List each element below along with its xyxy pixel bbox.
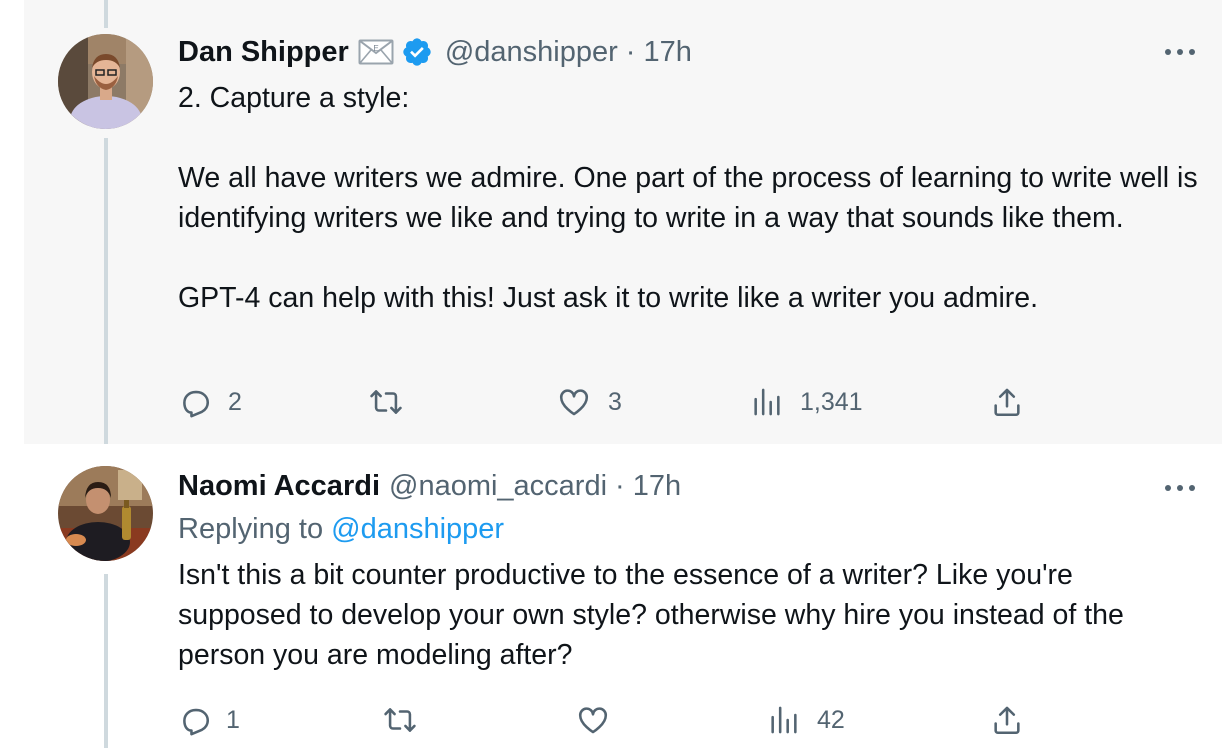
- svg-text:E: E: [373, 44, 378, 53]
- like-count: 3: [608, 387, 622, 416]
- reply-count: 2: [228, 387, 242, 416]
- tweet-text: Isn't this a bit counter productive to t…: [178, 559, 1132, 671]
- share-button[interactable]: [990, 700, 1024, 740]
- avatar-naomi-accardi[interactable]: [58, 466, 153, 561]
- thread-line-top: [104, 0, 108, 28]
- tweet-text: 2. Capture a style: We all have writers …: [178, 82, 1198, 314]
- retweet-arrows-icon: [384, 708, 416, 732]
- author-handle[interactable]: @danshipper: [445, 36, 618, 69]
- tweet-dan-shipper[interactable]: Dan Shipper E @danshipper · 17h 2. Captu…: [24, 0, 1222, 444]
- more-options-icon[interactable]: [1165, 47, 1195, 57]
- tweet-actions: 2 3 1,341: [178, 382, 1078, 422]
- timestamp[interactable]: 17h: [643, 36, 691, 69]
- reply-count: 1: [226, 705, 240, 734]
- replying-to-line: Replying to @danshipper: [178, 513, 504, 546]
- timestamp[interactable]: 17h: [633, 470, 681, 503]
- tweet-header: Dan Shipper E @danshipper · 17h: [178, 35, 692, 69]
- share-upload-icon: [994, 388, 1020, 417]
- envelope-icon: E: [358, 39, 394, 65]
- author-handle[interactable]: @naomi_accardi: [389, 470, 607, 503]
- verified-badge-icon[interactable]: [401, 36, 433, 68]
- like-button[interactable]: [575, 700, 627, 740]
- reply-button[interactable]: 1: [178, 700, 240, 740]
- speech-bubble-icon: [183, 390, 210, 418]
- avatar-dan-shipper[interactable]: [58, 34, 153, 129]
- separator-dot: ·: [615, 469, 625, 502]
- tweet-header: Naomi Accardi @naomi_accardi · 17h: [178, 469, 681, 503]
- tweet-actions: 1 42: [178, 700, 1078, 740]
- thread-line: [104, 574, 108, 748]
- share-upload-icon: [994, 706, 1020, 735]
- bar-chart-icon: [771, 706, 797, 734]
- heart-icon: [578, 707, 608, 734]
- share-button[interactable]: [990, 382, 1024, 422]
- tweet-naomi-accardi[interactable]: Naomi Accardi @naomi_accardi · 17h Reply…: [24, 444, 1222, 748]
- author-name[interactable]: Naomi Accardi: [178, 470, 380, 503]
- view-count: 1,341: [800, 387, 863, 416]
- retweet-arrows-icon: [370, 390, 402, 414]
- view-count: 42: [817, 705, 845, 734]
- heart-icon: [559, 389, 589, 416]
- replying-to-label: Replying to: [178, 513, 332, 545]
- views-button[interactable]: 42: [767, 700, 845, 740]
- thread-line: [104, 138, 108, 444]
- more-options-icon[interactable]: [1165, 483, 1195, 493]
- like-button[interactable]: 3: [556, 382, 622, 422]
- retweet-button[interactable]: [368, 382, 420, 422]
- retweet-button[interactable]: [382, 700, 434, 740]
- author-name[interactable]: Dan Shipper: [178, 36, 349, 69]
- separator-dot: ·: [625, 35, 636, 68]
- mention-link[interactable]: @danshipper: [331, 513, 504, 545]
- views-button[interactable]: 1,341: [750, 382, 863, 422]
- speech-bubble-icon: [183, 708, 210, 736]
- bar-chart-icon: [754, 388, 780, 416]
- reply-button[interactable]: 2: [178, 382, 242, 422]
